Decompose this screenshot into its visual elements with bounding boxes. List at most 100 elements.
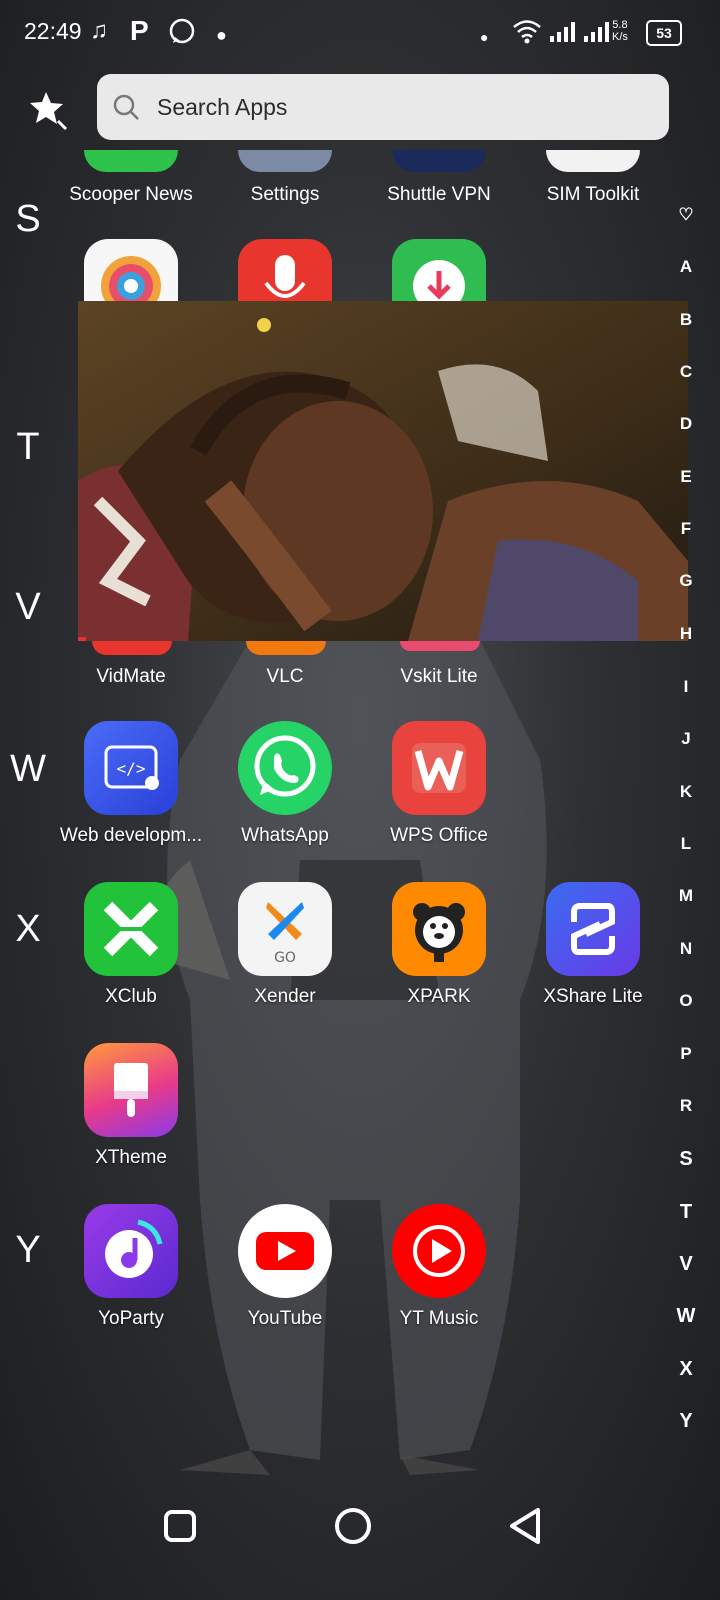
clock: 22:49: [24, 18, 82, 44]
app-label-whatsapp: WhatsApp: [241, 825, 329, 846]
status-dot-icon: ●: [480, 29, 489, 45]
magic-star-icon[interactable]: [26, 88, 70, 132]
section-letter-t: T: [16, 426, 40, 468]
index-letter[interactable]: W: [668, 1305, 704, 1328]
search-icon: [113, 94, 139, 120]
vidmate-icon-partial[interactable]: [92, 641, 172, 655]
index-letter[interactable]: D: [668, 414, 704, 434]
youtube-icon: [238, 1204, 332, 1298]
back-triangle-icon[interactable]: [500, 1500, 552, 1552]
svg-text:</>: </>: [117, 759, 146, 778]
app-label-xclub: XClub: [105, 986, 157, 1007]
home-circle-icon[interactable]: [327, 1500, 379, 1552]
index-letter[interactable]: K: [668, 782, 704, 802]
video-frame-image: [78, 301, 688, 641]
app-xtheme[interactable]: XTheme: [54, 1043, 208, 1170]
index-letter[interactable]: N: [668, 939, 704, 959]
whatsapp-notification-icon: [169, 18, 195, 44]
app-label-vskit-lite[interactable]: Vskit Lite: [362, 666, 516, 688]
app-label-vlc[interactable]: VLC: [208, 666, 362, 688]
section-letter-w: W: [10, 748, 46, 790]
index-letter[interactable]: S: [668, 1148, 704, 1171]
search-bar[interactable]: [97, 74, 669, 140]
network-speed: 5.8 K/s: [612, 19, 628, 43]
index-letter[interactable]: G: [668, 571, 704, 591]
search-input[interactable]: [155, 84, 639, 130]
vskit-icon-partial[interactable]: [400, 641, 480, 651]
section-letter-v: V: [15, 586, 41, 628]
index-letter[interactable]: C: [668, 362, 704, 382]
yt-music-icon: [392, 1204, 486, 1298]
app-label-youtube: YouTube: [247, 1308, 323, 1329]
xpark-bear-icon: [392, 882, 486, 976]
index-letter[interactable]: V: [668, 1253, 704, 1276]
xender-icon: GO: [238, 882, 332, 976]
recent-apps-square-icon[interactable]: [154, 1500, 206, 1552]
index-letter[interactable]: H: [668, 624, 704, 644]
xclub-icon: [84, 882, 178, 976]
app-label-yt-music: YT Music: [399, 1308, 479, 1329]
app-xclub[interactable]: XClub: [54, 882, 208, 1009]
index-letter[interactable]: L: [668, 834, 704, 854]
index-letter[interactable]: A: [668, 257, 704, 277]
p-app-icon: P: [130, 15, 149, 46]
app-xshare-lite[interactable]: XShare Lite: [516, 882, 670, 1009]
yoparty-music-icon: [84, 1204, 178, 1298]
app-label-web-development: Web developm...: [59, 825, 203, 846]
paint-brush-icon: [84, 1043, 178, 1137]
xshare-icon: [546, 882, 640, 976]
index-letter[interactable]: Y: [668, 1410, 704, 1433]
index-letter[interactable]: ♡: [668, 205, 704, 225]
app-label-xshare-lite: XShare Lite: [543, 986, 643, 1007]
section-letter-x: X: [15, 908, 41, 950]
sim-toolkit-icon-partial[interactable]: [546, 150, 640, 172]
app-label-vidmate[interactable]: VidMate: [54, 666, 208, 688]
app-label-xtheme: XTheme: [95, 1147, 167, 1168]
app-web-development[interactable]: </> Web developm...: [54, 721, 208, 848]
index-letter[interactable]: X: [668, 1358, 704, 1381]
app-youtube[interactable]: YouTube: [208, 1204, 362, 1331]
status-bar: 22:49 ♫ P ● ● 5.8 K/s 53: [0, 0, 720, 66]
app-xpark[interactable]: XPARK: [362, 882, 516, 1009]
app-whatsapp[interactable]: WhatsApp: [208, 721, 362, 848]
wps-office-icon: [392, 721, 486, 815]
app-label-scooper-news[interactable]: Scooper News: [54, 184, 208, 206]
index-letter[interactable]: I: [668, 677, 704, 697]
vlc-icon-partial[interactable]: [246, 641, 326, 655]
app-label-xpark: XPARK: [407, 986, 471, 1007]
index-letter[interactable]: E: [668, 467, 704, 487]
shuttle-vpn-icon-partial[interactable]: [392, 150, 486, 172]
index-letter[interactable]: T: [668, 1201, 704, 1224]
index-letter[interactable]: F: [668, 519, 704, 539]
svg-text:GO: GO: [274, 950, 296, 966]
index-letter[interactable]: M: [668, 886, 704, 906]
app-wps-office[interactable]: WPS Office: [362, 721, 516, 848]
music-note-icon: ♫: [90, 17, 108, 44]
settings-icon-partial[interactable]: [238, 150, 332, 172]
app-label-shuttle-vpn[interactable]: Shuttle VPN: [362, 184, 516, 206]
app-label-yoparty: YoParty: [98, 1308, 164, 1329]
app-label-wps-office: WPS Office: [390, 825, 488, 846]
app-xender[interactable]: GO Xender: [208, 882, 362, 1009]
floating-video-player[interactable]: [78, 301, 688, 641]
app-label-settings[interactable]: Settings: [208, 184, 362, 206]
whatsapp-icon: [238, 721, 332, 815]
app-label-sim-toolkit[interactable]: SIM Toolkit: [516, 184, 670, 206]
search-row: [0, 70, 720, 146]
signal-strength-2-icon: [584, 22, 609, 42]
navigation-bar: [0, 1480, 720, 1570]
code-window-icon: </>: [84, 721, 178, 815]
index-letter[interactable]: P: [668, 1044, 704, 1064]
index-letter[interactable]: B: [668, 310, 704, 330]
index-letter[interactable]: O: [668, 991, 704, 1011]
app-yt-music[interactable]: YT Music: [362, 1204, 516, 1331]
index-letter[interactable]: R: [668, 1096, 704, 1116]
wifi-icon: [513, 20, 541, 44]
index-letter[interactable]: J: [668, 729, 704, 749]
signal-strength-1-icon: [550, 22, 575, 42]
scooper-news-icon-partial[interactable]: [84, 150, 178, 172]
section-letter-s: S: [15, 198, 41, 240]
section-letter-y: Y: [15, 1229, 41, 1271]
app-label-xender: Xender: [254, 986, 316, 1007]
app-yoparty[interactable]: YoParty: [54, 1204, 208, 1331]
